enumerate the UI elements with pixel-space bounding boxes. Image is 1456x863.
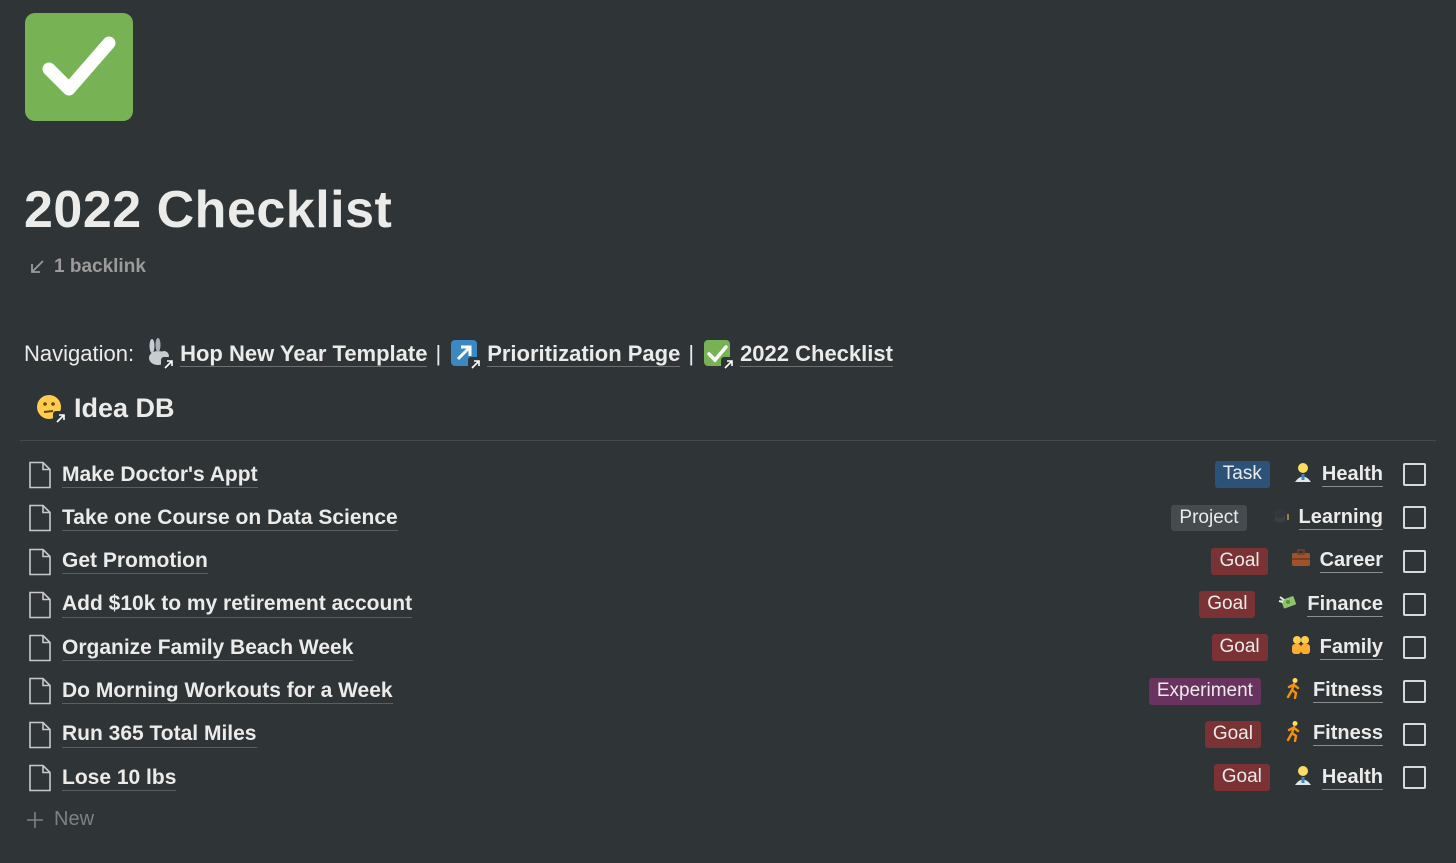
list-item[interactable]: Take one Course on Data Science Project Le…	[20, 496, 1436, 539]
item-title[interactable]: Organize Family Beach Week	[62, 635, 354, 661]
new-row-label: New	[54, 808, 95, 830]
new-row-button[interactable]: New	[26, 808, 94, 831]
area-link[interactable]: Health	[1292, 461, 1383, 489]
backlinks-button[interactable]: 1 backlink	[28, 256, 146, 278]
family-icon	[1290, 634, 1312, 662]
item-title[interactable]: Run 365 Total Miles	[62, 721, 257, 748]
list-item[interactable]: Make Doctor's Appt Task Health	[20, 453, 1436, 496]
database-title[interactable]: Idea DB	[34, 392, 175, 426]
nav-separator: |	[435, 341, 442, 366]
nav-link-label: Hop New Year Template	[180, 340, 428, 368]
page-document-icon	[28, 721, 52, 754]
area-link[interactable]: Health	[1292, 764, 1383, 792]
list-item[interactable]: Run 365 Total Miles Goal Fitness	[20, 713, 1436, 756]
page-document-icon	[28, 548, 52, 581]
item-title[interactable]: Lose 10 lbs	[62, 765, 177, 791]
type-tag: Experiment	[1148, 677, 1261, 705]
health-worker-icon	[1292, 764, 1314, 792]
navigation-label: Navigation:	[24, 341, 135, 366]
list-item[interactable]: Add $10k to my retirement account Goal Fin…	[20, 583, 1436, 626]
area-link[interactable]: Career	[1290, 547, 1383, 575]
nav-link-2022-checklist[interactable]: 2022 Checklist	[702, 338, 893, 372]
type-tag: Project	[1171, 504, 1247, 532]
link-arrow-icon	[468, 357, 484, 372]
page-document-icon	[28, 764, 52, 797]
money-with-wings-icon	[1277, 591, 1299, 619]
list-item[interactable]: Lose 10 lbs Goal Health	[20, 756, 1436, 799]
area-link[interactable]: Fitness	[1283, 677, 1383, 705]
type-tag: Task	[1214, 461, 1270, 489]
area-link[interactable]: Fitness	[1283, 720, 1383, 748]
arrow-up-right-icon	[449, 338, 484, 372]
item-title[interactable]: Do Morning Workouts for a Week	[62, 678, 393, 705]
link-arrow-icon	[721, 357, 737, 372]
done-checkbox[interactable]	[1403, 593, 1426, 617]
thinking-face-icon	[34, 392, 68, 426]
done-checkbox[interactable]	[1403, 636, 1426, 660]
done-checkbox[interactable]	[1403, 679, 1426, 703]
area-label: Family	[1319, 635, 1383, 660]
page-document-icon	[28, 634, 52, 667]
area-link[interactable]: Family	[1290, 634, 1383, 662]
divider	[20, 440, 1436, 441]
page-document-icon	[28, 677, 52, 710]
list-item[interactable]: Organize Family Beach Week Goal Family	[20, 626, 1436, 669]
type-tag: Goal	[1211, 547, 1268, 575]
link-arrow-icon	[53, 411, 68, 426]
health-worker-icon	[1292, 461, 1314, 489]
check-mark-button-icon	[702, 338, 737, 372]
type-tag: Goal	[1213, 764, 1270, 792]
list-item[interactable]: Get Promotion Goal Career	[20, 540, 1436, 583]
check-mark-icon	[42, 36, 116, 96]
nav-link-label: 2022 Checklist	[740, 340, 893, 368]
done-checkbox[interactable]	[1403, 722, 1426, 746]
item-title[interactable]: Get Promotion	[62, 548, 208, 575]
done-checkbox[interactable]	[1403, 463, 1426, 487]
nav-link-hop-new-year-template[interactable]: Hop New Year Template	[142, 338, 428, 372]
area-label: Health	[1321, 765, 1383, 790]
item-title[interactable]: Take one Course on Data Science	[62, 505, 398, 532]
type-tag: Goal	[1204, 721, 1261, 748]
area-label: Fitness	[1312, 722, 1383, 747]
list-item[interactable]: Do Morning Workouts for a Week Experiment…	[20, 669, 1436, 712]
item-title[interactable]: Add $10k to my retirement account	[62, 591, 413, 618]
done-checkbox[interactable]	[1403, 766, 1426, 790]
nav-separator: |	[688, 341, 695, 366]
area-link[interactable]: Learning	[1269, 504, 1383, 532]
done-checkbox[interactable]	[1403, 506, 1426, 530]
rabbit-icon	[142, 338, 177, 372]
plus-icon	[27, 811, 43, 828]
type-tag: Goal	[1211, 634, 1268, 662]
item-title[interactable]: Make Doctor's Appt	[62, 462, 258, 488]
briefcase-icon	[1290, 547, 1312, 575]
navigation-bar: Navigation: Hop New Year Template | Prio…	[24, 334, 893, 374]
area-label: Career	[1319, 549, 1383, 574]
area-label: Health	[1321, 462, 1383, 487]
person-running-icon	[1283, 720, 1305, 748]
database-title-label: Idea DB	[74, 392, 175, 423]
area-label: Finance	[1307, 592, 1383, 617]
page-icon-check-mark[interactable]	[25, 13, 133, 121]
page-title: 2022 Checklist	[24, 181, 393, 239]
page-document-icon	[28, 591, 52, 624]
area-link[interactable]: Finance	[1277, 591, 1383, 619]
nav-link-label: Prioritization Page	[487, 340, 681, 368]
area-label: Fitness	[1312, 679, 1383, 704]
type-tag: Goal	[1199, 591, 1256, 618]
person-running-icon	[1283, 677, 1305, 705]
area-label: Learning	[1298, 505, 1383, 530]
page-document-icon	[28, 461, 52, 494]
graduation-cap-icon	[1269, 504, 1291, 532]
arrow-down-left-icon	[31, 260, 44, 273]
backlink-count: 1 backlink	[54, 256, 146, 277]
link-arrow-icon	[161, 357, 177, 372]
nav-link-prioritization-page[interactable]: Prioritization Page	[449, 338, 681, 372]
done-checkbox[interactable]	[1403, 549, 1426, 573]
page-document-icon	[28, 504, 52, 537]
database-list: Make Doctor's Appt Task Health Take one Cou…	[20, 453, 1436, 799]
